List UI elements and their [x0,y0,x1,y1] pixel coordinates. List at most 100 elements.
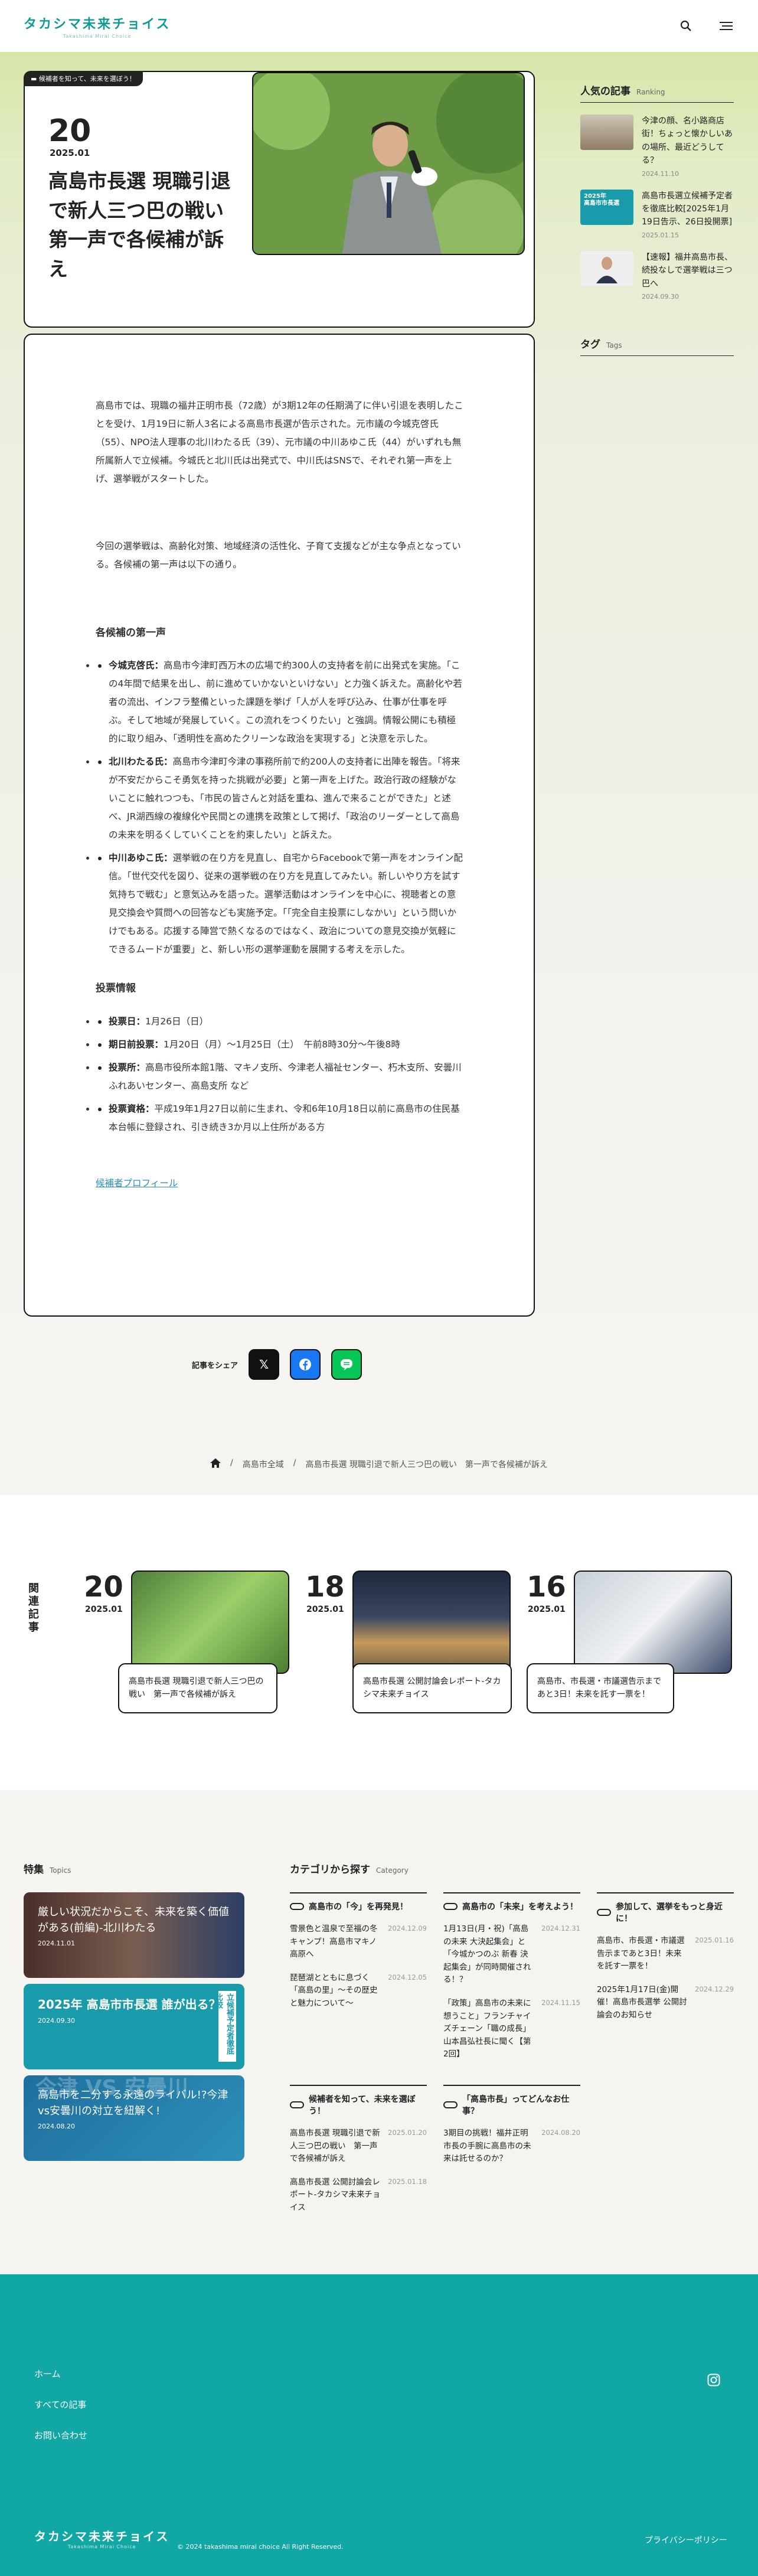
ranking-date: 2025.01.15 [642,231,679,239]
category-heading[interactable]: 高島市の「未来」を考えよう！ [443,1892,580,1912]
list-item: 期日前投票：1月20日（月）〜1月25日（土） 午前8時30分〜午後8時 [96,1036,465,1054]
category-item[interactable]: 雪景色と温泉で至福の冬キャンプ！高島市マキノ高原へ 2024.12.09 [290,1923,427,1961]
privacy-policy-link[interactable]: プライバシーポリシー [645,2534,727,2546]
footer-link-home[interactable]: ホーム [34,2368,61,2380]
vote-key: 投票日： [109,1016,146,1027]
related-day: 16 [527,1571,566,1604]
topics-title: 特集 [24,1864,44,1876]
x-icon[interactable]: 𝕏 [249,1349,280,1380]
category-item-date: 2024.12.31 [541,1924,580,1932]
category-item-title: 1月13日(月・祝)「高島の未来 大決起集会」と「今城かつのぶ 新春 決起集会」… [443,1924,531,1985]
list-item: 北川わたる氏：高島市今津町今津の事務所前で約200人の支持者に出陣を報告。「将来… [96,753,465,844]
category-heading[interactable]: 「高島市長」ってどんなお仕事？ [443,2084,580,2117]
tags-header: タグ Tags [580,336,734,356]
category-item-title: 高島市長選 現職引退で新人三つ巴の戦い 第一声で各候補が訴え [290,2128,380,2164]
article-paragraph: 今回の選挙戦は、高齢化対策、地域経済の活性化、子育て支援などが主な争点となってい… [96,541,461,570]
site-logo[interactable]: タカシマ未来チョイス Takashima Mirai Choice [24,14,171,39]
footer-logo[interactable]: タカシマ未来チョイス Takashima Mirai Choice [34,2527,169,2549]
category-item-title: 高島市、市長選・市議選告示まであと3日！未来を託す一票を！ [597,1936,685,1971]
breadcrumb-separator: / [293,1458,296,1468]
ranking-item[interactable]: 2025年 高島市市長選 高島市長選立候補予定者を徹底比較[2025年1月19日告… [580,189,734,239]
topic-card[interactable]: 厳しい状況だからこそ、未来を築く価値がある(前編)-北川わたる 2024.11.… [24,1892,244,1978]
candidate-name: 今城克啓氏： [109,660,164,671]
ranking-title-text: 【速報】福井高島市長、続投なしで選挙戦は三つ巴へ [642,252,733,289]
candidate-text: 高島市今津町今津の事務所前で約200人の支持者に出陣を報告。「将来が不安だからこ… [109,756,460,840]
candidate-list: 今城克啓氏：高島市今津町西万木の広場で約300人の支持者を前に出発式を実施。「こ… [96,657,465,964]
footer-logo-subtext: Takashima Mirai Choice [67,2544,136,2549]
facebook-icon[interactable] [290,1349,321,1380]
category-heading[interactable]: 候補者を知って、未来を選ぼう！ [290,2084,427,2117]
pill-icon [290,1903,304,1910]
ranking-subtitle: Ranking [636,88,665,96]
list-item: 中川あゆこ氏：選挙戦の在り方を見直し、自宅からFacebookで第一声をオンライ… [96,849,465,959]
topics-section: 特集 Topics 厳しい状況だからこそ、未来を築く価値がある(前編)-北川わた… [24,1861,244,2167]
category-name: 参加して、選挙をもっと身近に！ [616,1902,723,1924]
breadcrumb-category[interactable]: 高島市全域 [243,1458,284,1470]
tags-title: タグ [580,338,600,351]
category-header: カテゴリから探す Category [290,1861,734,1880]
vote-value: 1月26日（日） [145,1016,209,1027]
search-icon[interactable] [678,18,694,34]
candidate-profile-link[interactable]: 候補者プロフィール [96,1174,178,1193]
topic-date: 2024.09.30 [38,2017,75,2025]
topic-title: 高島市を二分する永遠のライバル!?今津vs安曇川の対立を紐解く! [38,2089,228,2117]
candidate-text: 選挙戦の在り方を見直し、自宅からFacebookで第一声をオンライン配信。「世代… [109,853,463,955]
related-year-month: 2025.01 [85,1605,123,1614]
topic-card[interactable]: 今津 VS 安曇川 高島市を二分する永遠のライバル!?今津vs安曇川の対立を紐解… [24,2075,244,2161]
category-heading[interactable]: 高島市の「今」を再発見！ [290,1892,427,1912]
home-icon[interactable] [210,1458,221,1470]
category-item-title: 琵琶湖とともに息づく「高島の里」～その歴史と魅力について～ [290,1973,378,2008]
ranking-item[interactable]: 今津の顔、名小路商店街！ちょっと懐かしいあの場所、最近どうしてる？ 2024.11… [580,115,734,178]
footer-link-contact[interactable]: お問い合わせ [34,2429,87,2441]
list-item: 投票日：1月26日（日） [96,1013,465,1031]
category-item-date: 2024.11.15 [541,1998,580,2007]
share-label: 記事をシェア [192,1361,238,1370]
share-bar: 記事をシェア 𝕏 [192,1349,362,1380]
line-icon[interactable] [331,1349,362,1380]
category-item[interactable]: 高島市長選 公開討論会レポート-タカシマ未来チョイス 2025.01.18 [290,2176,427,2215]
category-group: 高島市の「未来」を考えよう！ 1月13日(月・祝)「高島の未来 大決起集会」と「… [443,1892,580,2061]
menu-icon[interactable] [718,18,734,34]
category-item-date: 2024.12.05 [388,1973,427,1981]
pill-icon [443,1903,458,1910]
category-item[interactable]: 1月13日(月・祝)「高島の未来 大決起集会」と「今城かつのぶ 新春 決起集会」… [443,1923,580,1987]
category-item[interactable]: 3期目の挑戦！福井正明市長の手腕に高島市の未来は託せるのか？ 2024.08.20 [443,2127,580,2166]
logo-subtext: Takashima Mirai Choice [63,33,132,39]
footer-link-all-articles[interactable]: すべての記事 [34,2398,86,2411]
breadcrumb: / 高島市全域 / 高島市長選 現職引退で新人三つ巴の戦い 第一声で各候補が訴え [0,1458,758,1470]
tag-icon: ▬ [31,75,39,83]
ranking-thumbnail [580,250,633,286]
categories-section: カテゴリから探す Category 高島市の「今」を再発見！ 雪景色と温泉で至福… [290,1861,734,2215]
category-item[interactable]: 高島市長選 現職引退で新人三つ巴の戦い 第一声で各候補が訴え 2025.01.20 [290,2127,427,2166]
section-heading: 投票情報 [96,982,136,994]
topic-card[interactable]: 2025年 高島市市長選 誰が出る？ 2024.09.30 立候補予定者徹底比較 [24,1984,244,2069]
pill-icon [443,2101,458,2108]
category-item-date: 2024.12.29 [695,1984,734,1993]
related-image [352,1571,511,1674]
vote-key: 期日前投票： [109,1039,164,1050]
article-title-card: ▬ 候補者を知って、未来を選ぼう！ 20 2025.01 高島市長選 現職引退で… [24,71,535,328]
candidate-name: 北川わたる氏： [109,756,173,767]
category-group: 高島市の「今」を再発見！ 雪景色と温泉で至福の冬キャンプ！高島市マキノ高原へ 20… [290,1892,427,2061]
sidebar: 人気の記事 Ranking 今津の顔、名小路商店街！ちょっと懐かしいあの場所、最… [580,83,734,368]
category-item[interactable]: 琵琶湖とともに息づく「高島の里」～その歴史と魅力について～ 2024.12.05 [290,1972,427,2010]
site-footer: ホーム すべての記事 お問い合わせ タカシマ未来チョイス Takashima M… [0,2274,758,2576]
topic-tag[interactable]: ▬ 候補者を知って、未来を選ぼう！ [24,71,143,86]
topic-badge: 立候補予定者徹底比較 [214,1991,236,2062]
pill-icon [290,2101,304,2108]
ranking-date: 2024.11.10 [642,169,679,178]
topic-date: 2024.08.20 [38,2123,75,2130]
category-item-date: 2025.01.18 [388,2177,427,2186]
category-name: 候補者を知って、未来を選ぼう！ [309,2094,416,2116]
related-image [574,1571,732,1674]
category-item[interactable]: 2025年1月17日(金)開催！高島市長選挙 公開討論会のお知らせ 2024.12… [597,1984,734,2022]
category-item-title: 3期目の挑戦！福井正明市長の手腕に高島市の未来は託せるのか？ [443,2128,531,2164]
related-year-month: 2025.01 [528,1605,566,1614]
category-heading[interactable]: 参加して、選挙をもっと身近に！ [597,1892,734,1924]
article-body-card: 高島市では、現職の福井正明市長（72歳）が3期12年の任期満了に伴い引退を表明し… [24,334,535,1317]
instagram-icon[interactable] [707,2373,720,2389]
ranking-item[interactable]: 【速報】福井高島市長、続投なしで選挙戦は三つ巴へ 2024.09.30 [580,250,734,301]
category-item[interactable]: 「政策」高島市の未来に想うこと」フランチャイズチェーン「職の成長」山本昌弘社長に… [443,1997,580,2061]
category-item-title: 高島市長選 公開討論会レポート-タカシマ未来チョイス [290,2177,381,2212]
category-item[interactable]: 高島市、市長選・市議選告示まであと3日！未来を託す一票を！ 2025.01.16 [597,1935,734,1973]
